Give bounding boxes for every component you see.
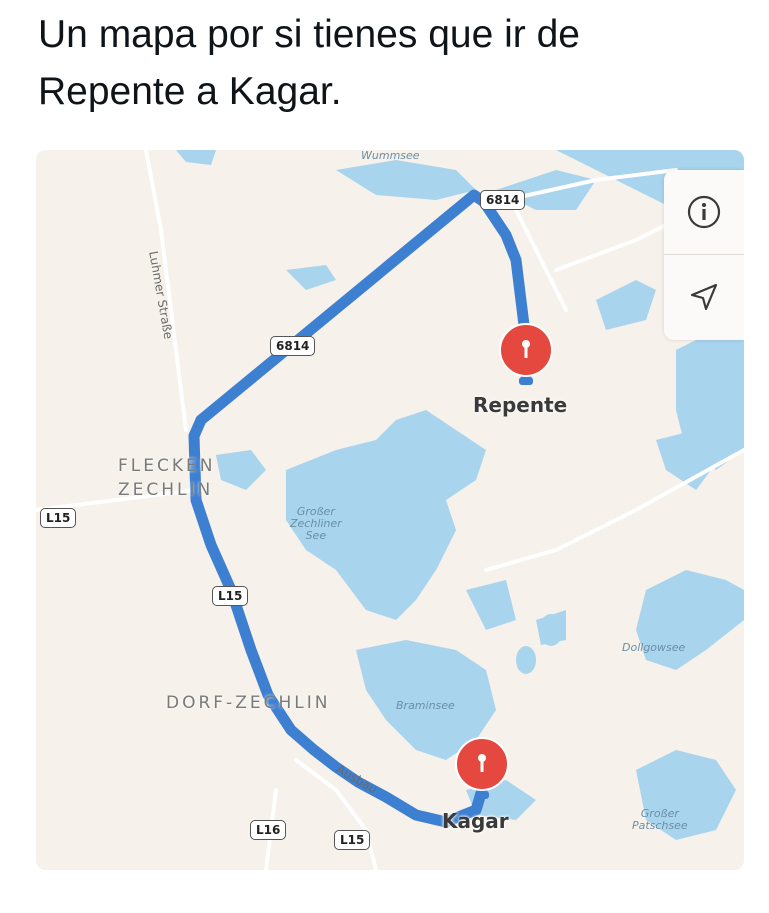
post-text: Un mapa por si tienes que ir de Repente … [38, 13, 580, 113]
flecken-label: FLECKEN [118, 456, 216, 476]
patschsee-line2: Patschsee [632, 819, 688, 832]
route-shield-6814-middle: 6814 [270, 336, 316, 356]
map-canvas[interactable] [36, 150, 744, 870]
route-shield-l15-route: L15 [212, 586, 249, 606]
locate-button[interactable] [664, 255, 744, 339]
grosser-patschsee-label: Großer Patschsee [632, 808, 688, 832]
kagar-pin-icon[interactable] [454, 736, 510, 806]
grosser-zechliner-line3: See [305, 529, 327, 542]
route-shield-6814-top: 6814 [480, 190, 526, 210]
route-shield-l15-bottom: L15 [334, 830, 371, 850]
kagar-label: Kagar [442, 809, 509, 833]
wummsee-label: Wummsee [361, 150, 420, 162]
info-button[interactable] [664, 170, 744, 255]
dollgowsee-label: Dollgowsee [622, 641, 686, 654]
route-shield-l16: L16 [250, 820, 287, 840]
location-arrow-icon [690, 283, 718, 311]
zechlin-label: ZECHLIN [118, 480, 214, 500]
route-shield-l15-left: L15 [40, 508, 77, 528]
repente-pin-icon[interactable] [498, 322, 554, 392]
map-view[interactable]: 6814 6814 L15 L15 L16 L15 Wummsee Luhmer… [36, 150, 744, 870]
braminsee-label: Braminsee [396, 699, 455, 712]
grosser-zechliner-see-label: Großer Zechliner See [290, 506, 342, 542]
map-controls [664, 170, 744, 340]
info-icon [687, 195, 721, 229]
repente-label: Repente [473, 393, 568, 417]
dorf-zechlin-label: DORF-ZECHLIN [166, 693, 331, 713]
